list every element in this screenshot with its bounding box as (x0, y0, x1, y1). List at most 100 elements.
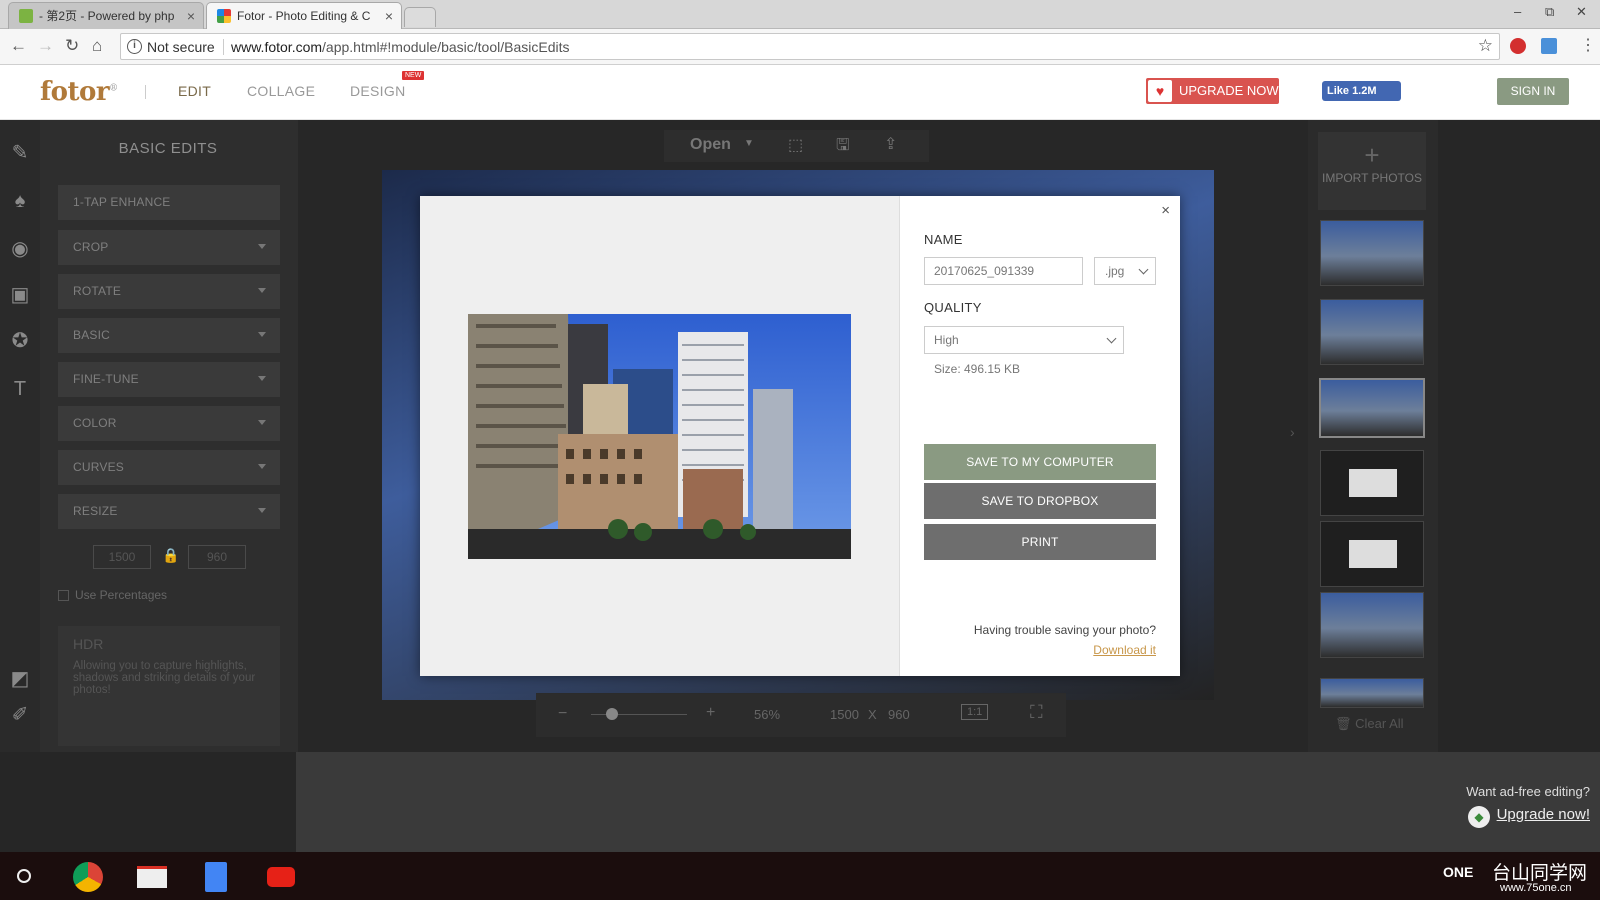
menu-curves[interactable]: CURVES (58, 450, 280, 485)
url-path: /app.html#!module/basic/tool/BasicEdits (322, 39, 570, 55)
fotor-favicon-icon (217, 9, 231, 23)
docs-icon[interactable] (205, 862, 227, 892)
text-icon[interactable]: T (9, 378, 31, 400)
actual-size-button[interactable]: 1:1 (961, 704, 989, 720)
chrome-icon[interactable] (73, 862, 103, 892)
zoom-out-icon[interactable]: − (558, 705, 567, 723)
download-it-link[interactable]: Download it (1093, 643, 1156, 657)
sign-in-button[interactable]: SIGN IN (1497, 78, 1569, 105)
omnibox[interactable]: i Not secure www.fotor.com/app.html#!mod… (120, 33, 1500, 60)
clear-all-label: Clear All (1355, 716, 1404, 731)
close-tab-icon[interactable]: × (385, 3, 393, 29)
upgrade-label: UPGRADE NOW (1179, 83, 1279, 98)
close-tab-icon[interactable]: × (187, 3, 195, 29)
photo-thumbnail[interactable] (1320, 220, 1424, 286)
launcher-icon[interactable] (17, 869, 31, 883)
file-name-input[interactable] (924, 257, 1083, 285)
menu-fine-tune[interactable]: FINE-TUNE (58, 362, 280, 397)
panel-title: BASIC EDITS (118, 140, 218, 157)
new-tab-button[interactable] (404, 7, 436, 27)
forward-icon[interactable]: → (37, 36, 54, 56)
item-label: ROTATE (73, 284, 122, 298)
print-button[interactable]: PRINT (924, 524, 1156, 560)
fotor-logo[interactable]: fotor® (40, 77, 118, 107)
photo-thumbnail[interactable] (1320, 678, 1424, 708)
nav-design[interactable]: DESIGN (350, 83, 405, 99)
gem-icon: ♥ (1148, 80, 1172, 102)
use-percentages-checkbox[interactable] (58, 590, 69, 601)
browser-tab-active[interactable]: Fotor - Photo Editing & C × (206, 2, 402, 29)
upgrade-now-button[interactable]: ♥ UPGRADE NOW (1146, 78, 1279, 104)
plus-icon: + (1364, 140, 1380, 170)
photo-thumbnail[interactable] (1320, 592, 1424, 658)
nav-collage[interactable]: COLLAGE (247, 83, 315, 99)
bookmark-star-icon[interactable]: ☆ (1478, 36, 1493, 56)
save-to-dropbox-button[interactable]: SAVE TO DROPBOX (924, 483, 1156, 519)
save-icon[interactable]: 🖫 (836, 134, 850, 161)
url-text[interactable]: www.fotor.com/app.html#!module/basic/too… (231, 39, 570, 55)
quality-select[interactable]: High (924, 326, 1124, 354)
window-close-icon[interactable]: ✕ (1576, 4, 1587, 20)
close-dialog-icon[interactable]: × (1161, 202, 1170, 219)
back-icon[interactable]: ← (10, 36, 27, 56)
watermark-brand: ONE (1443, 864, 1474, 880)
item-label: COLOR (73, 416, 117, 430)
crop-frame-icon[interactable]: ⬚ (788, 135, 803, 155)
screenshot-thumbnail[interactable] (1320, 521, 1424, 587)
menu-color[interactable]: COLOR (58, 406, 280, 441)
home-icon[interactable]: ⌂ (92, 36, 102, 56)
menu-1-tap-enhance[interactable]: 1-TAP ENHANCE (58, 185, 280, 220)
compare-icon[interactable]: ◩ (9, 668, 31, 690)
photo-thumbnail[interactable] (1320, 299, 1424, 365)
share-icon[interactable]: ⇪ (884, 134, 897, 154)
file-format-select[interactable]: .jpg (1094, 257, 1156, 285)
minimize-icon[interactable]: – (1514, 4, 1521, 19)
restore-icon[interactable]: ⧉ (1545, 4, 1554, 20)
screenshot-thumbnail[interactable] (1320, 450, 1424, 516)
youtube-icon[interactable] (267, 867, 295, 887)
item-label: FINE-TUNE (73, 372, 139, 386)
menu-basic[interactable]: BASIC (58, 318, 280, 353)
security-label: Not secure (147, 39, 215, 55)
pencil-icon[interactable]: ✎ (9, 142, 31, 164)
menu-rotate[interactable]: ROTATE (58, 274, 280, 309)
fullscreen-icon[interactable]: ⛶ (1030, 702, 1043, 723)
collapse-chevron-icon[interactable]: › (1290, 424, 1295, 440)
edit-icon[interactable]: ✐ (9, 704, 31, 726)
lock-icon[interactable]: 🔒 (162, 547, 179, 564)
hdr-card[interactable]: HDR Allowing you to capture highlights, … (58, 626, 280, 746)
browser-tab[interactable]: - 第2页 - Powered by php × (8, 2, 204, 29)
upgrade-now-link[interactable]: Upgrade now! (1497, 806, 1590, 823)
gmail-icon[interactable] (137, 866, 167, 888)
facebook-like-button[interactable]: Like 1.2M (1322, 81, 1401, 101)
save-to-computer-button[interactable]: SAVE TO MY COMPUTER (924, 444, 1156, 480)
reload-icon[interactable]: ↻ (65, 36, 79, 56)
extension-icon[interactable] (1541, 38, 1557, 54)
frame-icon[interactable]: ▣ (9, 284, 31, 306)
info-icon[interactable]: i (127, 39, 142, 54)
adblock-extension-icon[interactable] (1510, 38, 1526, 54)
resize-height-input[interactable]: 960 (188, 545, 246, 569)
open-button[interactable]: Open (690, 136, 731, 154)
item-label: BASIC (73, 328, 111, 342)
item-label: CROP (73, 240, 109, 254)
import-photos-button[interactable]: + IMPORT PHOTOS (1318, 132, 1426, 210)
eye-icon[interactable]: ◉ (9, 238, 31, 260)
caret-down-icon (258, 288, 266, 293)
caret-down-icon (258, 332, 266, 337)
caret-down-icon (258, 420, 266, 425)
caret-down-icon[interactable]: ▼ (744, 138, 754, 149)
menu-crop[interactable]: CROP (58, 230, 280, 265)
menu-icon[interactable]: ⋮ (1580, 35, 1596, 55)
nav-edit[interactable]: EDIT (178, 83, 211, 99)
sticker-icon[interactable]: ✪ (9, 330, 31, 352)
divider (223, 39, 224, 55)
clear-all-button[interactable]: 🗑 Clear All (1335, 716, 1404, 732)
zoom-slider-handle[interactable] (606, 708, 618, 720)
photo-thumbnail-selected[interactable] (1319, 378, 1425, 438)
item-label: 1-TAP ENHANCE (73, 195, 171, 209)
brush-icon[interactable]: ♠ (9, 190, 31, 212)
zoom-in-icon[interactable]: + (706, 704, 715, 722)
menu-resize[interactable]: RESIZE (58, 494, 280, 529)
resize-width-input[interactable]: 1500 (93, 545, 151, 569)
